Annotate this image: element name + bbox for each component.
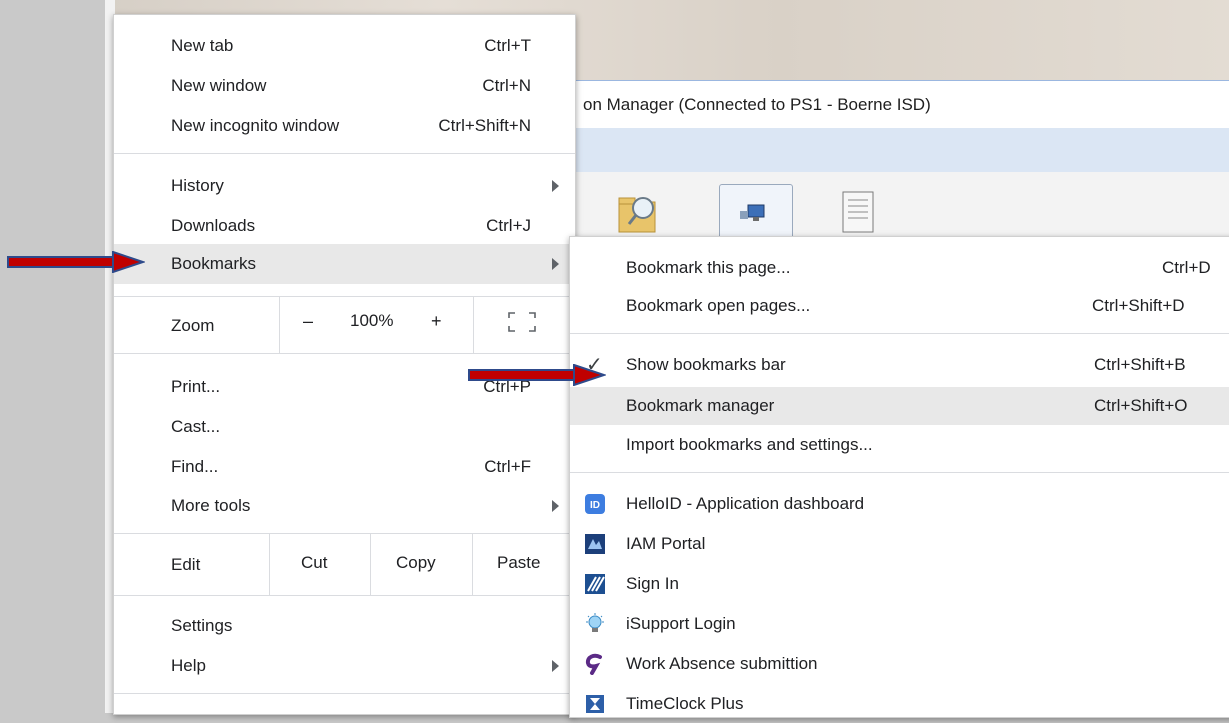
submenu-arrow-icon: [552, 500, 559, 512]
svg-text:ID: ID: [590, 500, 600, 511]
menu-item-label: Help: [171, 656, 206, 675]
bookmark-label: TimeClock Plus: [626, 694, 744, 713]
computer-icon: [740, 204, 765, 221]
menu-item-new-incognito-window[interactable]: New incognito window Ctrl+Shift+N: [114, 106, 575, 146]
edit-divider: [370, 533, 371, 595]
submenu-item-shortcut: Ctrl+D: [1162, 258, 1211, 277]
window-title: on Manager (Connected to PS1 - Boerne IS…: [583, 95, 931, 114]
paste-button[interactable]: Paste: [497, 553, 540, 573]
bookmark-item[interactable]: Sign In: [570, 565, 1229, 603]
menu-item-shortcut: Ctrl+J: [486, 216, 531, 235]
menu-item-new-tab[interactable]: New tab Ctrl+T: [114, 26, 575, 66]
menu-item-shortcut: Ctrl+N: [482, 76, 531, 95]
menu-item-shortcut: Ctrl+T: [484, 36, 531, 55]
menu-divider: [114, 153, 575, 154]
menu-item-label: Bookmarks: [171, 254, 257, 273]
submenu-item-bookmark-this-page[interactable]: Bookmark this page... Ctrl+D: [570, 249, 1229, 287]
sign-in-icon: [585, 574, 605, 594]
submenu-item-shortcut: Ctrl+Shift+O: [1094, 396, 1188, 415]
menu-item-label: Print...: [171, 377, 221, 396]
remote-control-button[interactable]: [719, 184, 793, 242]
submenu-arrow-icon: [552, 660, 559, 672]
menu-item-shortcut: Ctrl+F: [484, 457, 531, 476]
submenu-item-import-bookmarks[interactable]: Import bookmarks and settings...: [570, 426, 1229, 464]
submenu-item-label: Show bookmarks bar: [626, 355, 786, 374]
menu-item-label: Settings: [171, 616, 233, 635]
submenu-item-bookmark-open-pages[interactable]: Bookmark open pages... Ctrl+Shift+D: [570, 287, 1229, 325]
submenu-item-label: Import bookmarks and settings...: [626, 435, 873, 454]
zoom-controls: Zoom – 100% +: [114, 297, 575, 353]
menu-item-label: New incognito window: [171, 116, 340, 135]
menu-item-downloads[interactable]: Downloads Ctrl+J: [114, 206, 575, 246]
bookmarks-submenu: Bookmark this page... Ctrl+D Bookmark op…: [569, 236, 1229, 718]
edit-controls: Edit Cut Copy Paste: [114, 533, 575, 595]
menu-item-label: More tools: [171, 496, 251, 515]
submenu-item-label: Bookmark open pages...: [626, 296, 811, 315]
zoom-label: Zoom: [171, 316, 215, 335]
menu-item-label: Cast...: [171, 417, 221, 436]
bookmark-label: IAM Portal: [626, 534, 706, 553]
menu-item-label: New tab: [171, 36, 234, 55]
annotation-arrow-icon: [468, 364, 606, 386]
menu-item-label: History: [171, 176, 224, 195]
menu-item-find[interactable]: Find... Ctrl+F: [114, 447, 575, 487]
submenu-item-shortcut: Ctrl+Shift+B: [1094, 355, 1186, 374]
zoom-in-button[interactable]: +: [431, 311, 442, 332]
edit-divider: [472, 533, 473, 595]
zoom-divider: [473, 297, 474, 353]
menu-item-settings[interactable]: Settings: [114, 606, 575, 646]
zoom-level: 100%: [350, 311, 394, 330]
bookmark-label: Sign In: [626, 574, 679, 593]
menu-item-new-window[interactable]: New window Ctrl+N: [114, 66, 575, 106]
menu-item-help[interactable]: Help: [114, 646, 575, 686]
bookmark-item[interactable]: Work Absence submittion: [570, 645, 1229, 683]
menu-item-cast[interactable]: Cast...: [114, 407, 575, 447]
edit-divider: [269, 533, 270, 595]
bookmark-item[interactable]: IAM Portal: [570, 525, 1229, 563]
bookmark-label: iSupport Login: [626, 614, 736, 633]
folder-search-icon[interactable]: [617, 188, 661, 238]
bookmark-item[interactable]: iSupport Login: [570, 605, 1229, 643]
menu-item-more-tools[interactable]: More tools: [114, 486, 575, 526]
menu-item-label: Find...: [171, 457, 219, 476]
hourglass-icon: [586, 695, 604, 713]
menu-divider: [114, 353, 575, 354]
document-icon[interactable]: [839, 188, 883, 238]
menu-item-label: Downloads: [171, 216, 256, 235]
bookmark-item[interactable]: TimeClock Plus: [570, 685, 1229, 723]
cut-button[interactable]: Cut: [301, 553, 327, 573]
bookmark-item[interactable]: ID HelloID - Application dashboard: [570, 485, 1229, 523]
lightbulb-icon: [586, 613, 604, 632]
submenu-item-label: Bookmark this page...: [626, 258, 791, 277]
menu-item-bookmarks[interactable]: Bookmarks: [114, 244, 575, 284]
submenu-arrow-icon: [552, 258, 559, 270]
helloid-icon: ID: [585, 494, 605, 514]
submenu-divider: [570, 472, 1229, 473]
menu-divider: [114, 595, 575, 596]
submenu-arrow-icon: [552, 180, 559, 192]
bookmark-label: Work Absence submittion: [626, 654, 818, 673]
menu-divider: [114, 693, 575, 694]
copy-button[interactable]: Copy: [396, 553, 436, 573]
submenu-item-shortcut: Ctrl+Shift+D: [1092, 296, 1185, 315]
zoom-divider: [279, 297, 280, 353]
annotation-arrow-icon: [7, 251, 145, 273]
menu-item-shortcut: Ctrl+Shift+N: [438, 116, 531, 135]
iam-portal-icon: [585, 534, 605, 554]
menu-item-history[interactable]: History: [114, 166, 575, 206]
submenu-item-show-bookmarks-bar[interactable]: ✓ Show bookmarks bar Ctrl+Shift+B: [570, 346, 1229, 384]
submenu-divider: [570, 333, 1229, 334]
fullscreen-icon[interactable]: [507, 311, 537, 333]
zoom-out-button[interactable]: –: [303, 311, 313, 332]
submenu-item-label: Bookmark manager: [626, 396, 775, 415]
bookmark-label: HelloID - Application dashboard: [626, 494, 865, 513]
menu-item-label: New window: [171, 76, 267, 95]
edit-label: Edit: [171, 555, 201, 574]
submenu-item-bookmark-manager[interactable]: Bookmark manager Ctrl+Shift+O: [570, 387, 1229, 425]
work-absence-icon: [585, 653, 602, 675]
